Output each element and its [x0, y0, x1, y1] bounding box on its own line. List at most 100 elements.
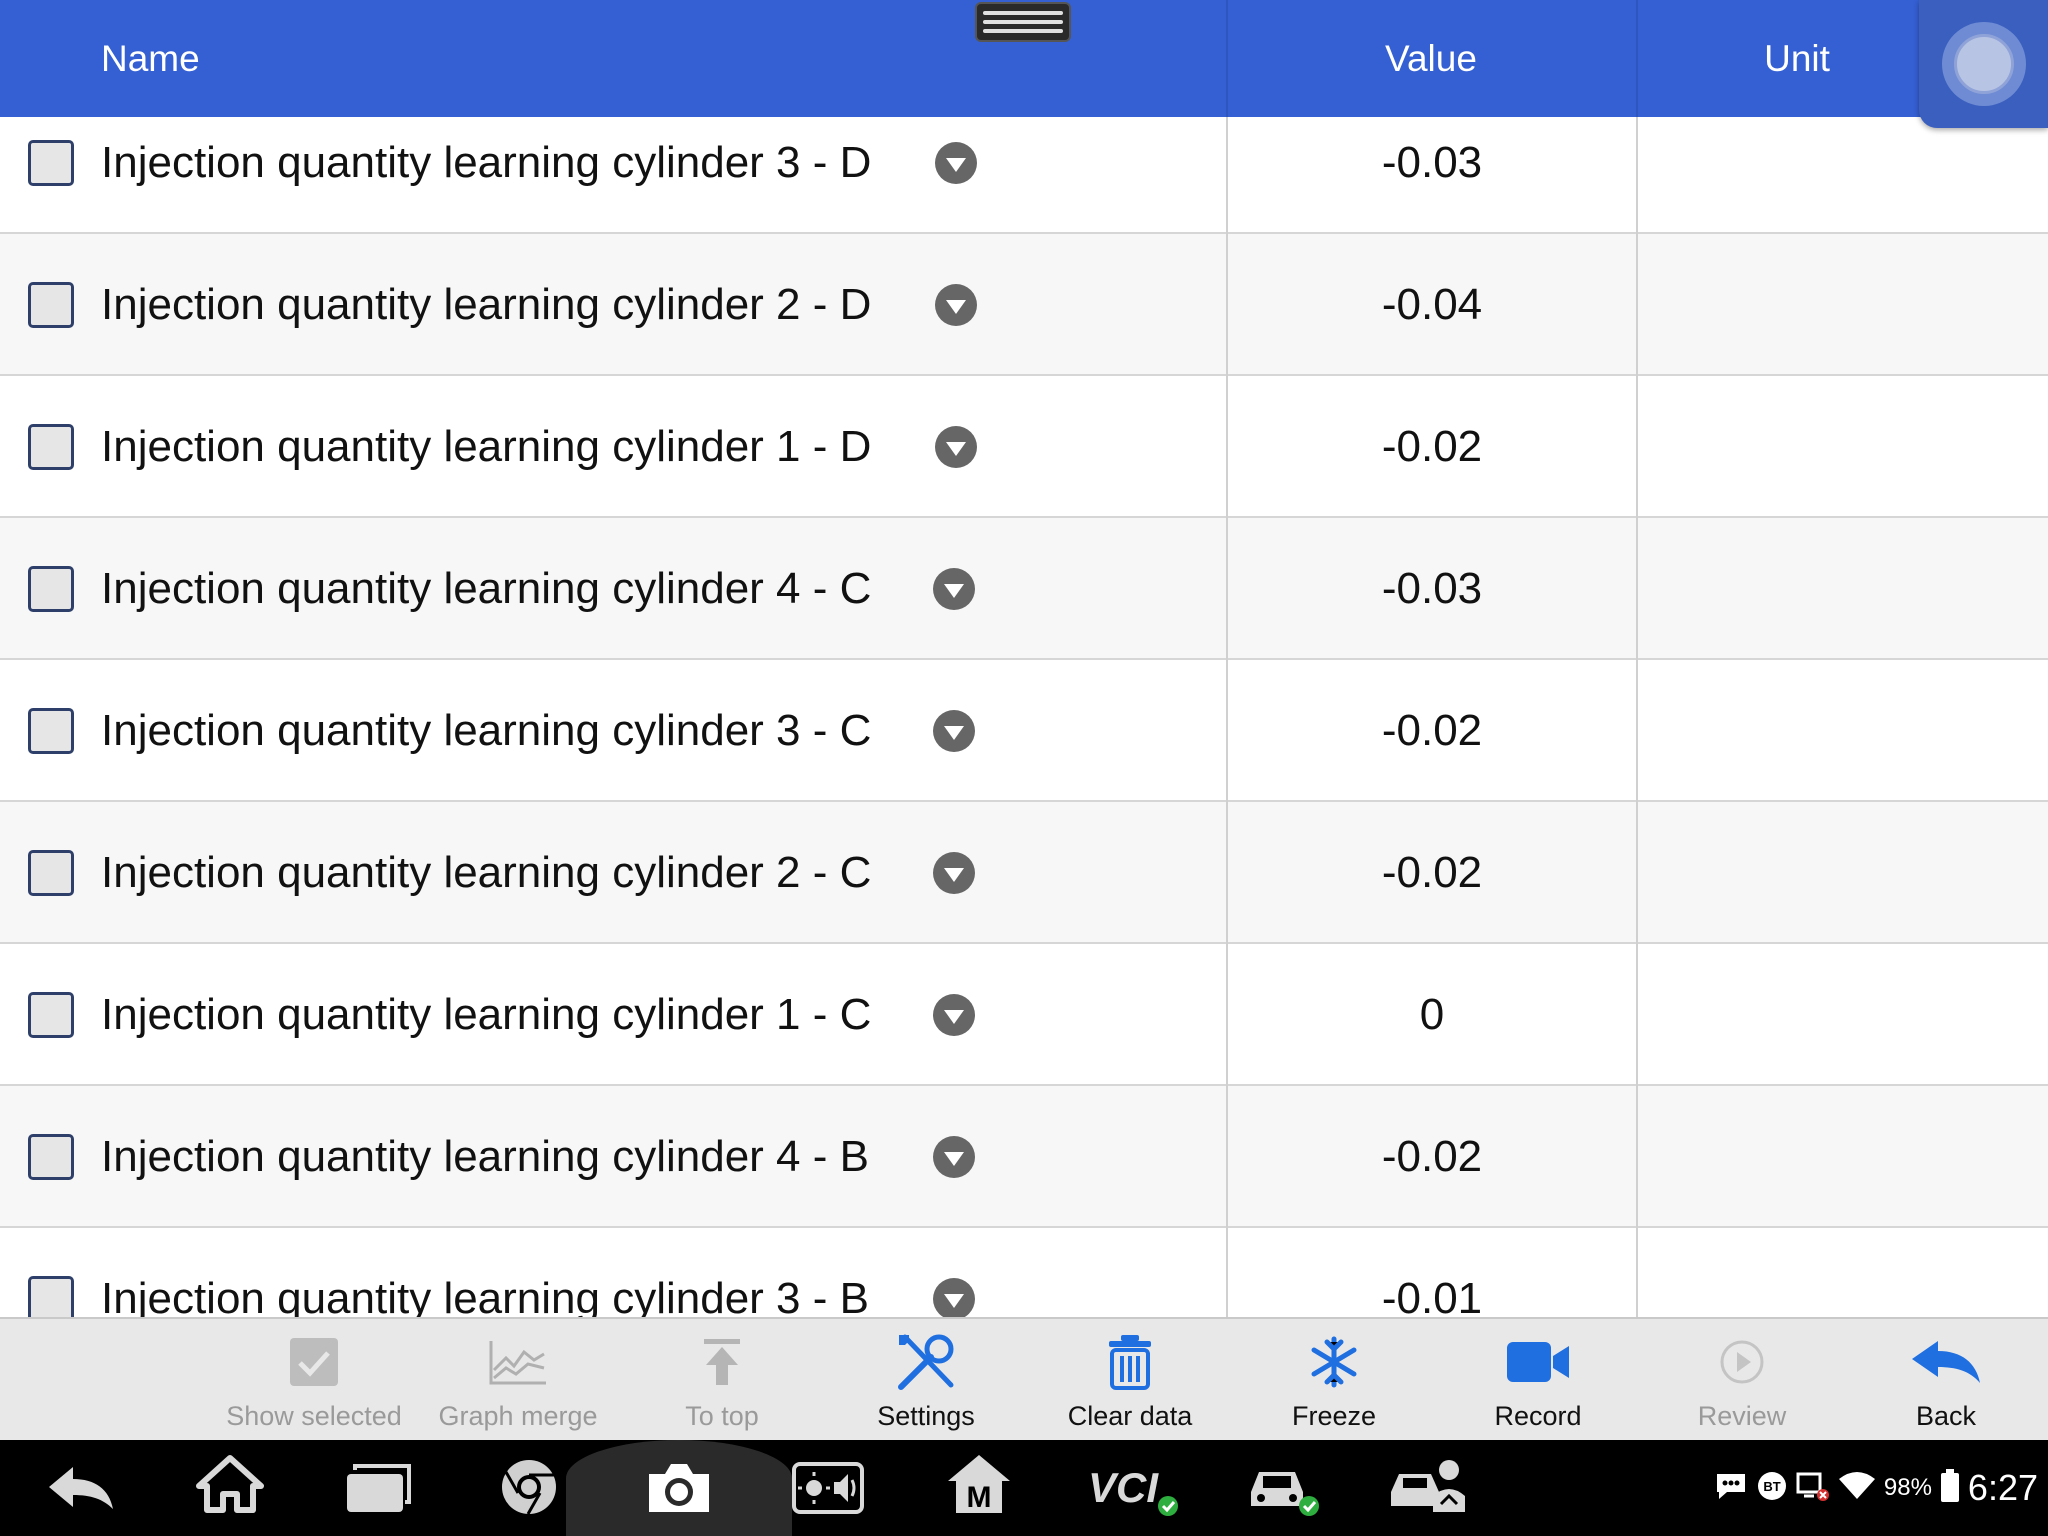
clear-data-label: Clear data — [1067, 1401, 1193, 1431]
dropdown-arrow-icon[interactable] — [933, 568, 975, 610]
row-name: Injection quantity learning cylinder 1 -… — [101, 990, 872, 1039]
table-row[interactable]: Injection quantity learning cylinder 3 -… — [0, 1228, 2048, 1317]
row-checkbox[interactable] — [28, 566, 74, 612]
video-camera-icon — [1505, 1331, 1571, 1393]
battery-percentage: 98% — [1883, 1474, 1932, 1501]
freeze-label: Freeze — [1291, 1401, 1377, 1431]
table-row[interactable]: Injection quantity learning cylinder 3 -… — [0, 117, 2048, 234]
home-icon[interactable] — [190, 1452, 270, 1516]
maxifix-icon[interactable]: M — [944, 1452, 1014, 1516]
review-button[interactable]: Review — [1640, 1319, 1844, 1442]
row-value: -0.01 — [1381, 1274, 1483, 1317]
dropdown-arrow-icon[interactable] — [933, 1136, 975, 1178]
row-name: Injection quantity learning cylinder 3 -… — [101, 1274, 869, 1317]
column-divider — [1226, 117, 1228, 1317]
settings-label: Settings — [877, 1401, 975, 1431]
row-checkbox[interactable] — [28, 424, 74, 470]
vci-icon[interactable]: VCI — [1084, 1458, 1184, 1522]
message-icon — [1714, 1471, 1748, 1506]
dropdown-arrow-icon[interactable] — [933, 994, 975, 1036]
row-value: -0.02 — [1381, 848, 1483, 897]
svg-text:BT: BT — [1763, 1479, 1780, 1494]
arrow-up-to-top-icon — [700, 1331, 744, 1393]
show-selected-label: Show selected — [226, 1401, 402, 1431]
to-top-button[interactable]: To top — [620, 1319, 824, 1442]
dropdown-arrow-icon[interactable] — [935, 426, 977, 468]
dropdown-arrow-icon[interactable] — [933, 1278, 975, 1317]
checkbox-icon — [288, 1331, 340, 1393]
table-row[interactable]: Injection quantity learning cylinder 2 -… — [0, 802, 2048, 944]
freeze-button[interactable]: Freeze — [1232, 1319, 1436, 1442]
column-divider — [1636, 117, 1638, 1317]
bluetooth-icon: BT — [1756, 1470, 1788, 1507]
status-bar: BT 98% 6:27 — [1714, 1440, 2038, 1536]
row-value: -0.04 — [1381, 280, 1483, 329]
settings-button[interactable]: Settings — [824, 1319, 1028, 1442]
row-value: -0.03 — [1381, 564, 1483, 613]
graph-icon — [488, 1331, 548, 1393]
row-name: Injection quantity learning cylinder 1 -… — [101, 422, 872, 471]
back-arrow-icon — [1910, 1331, 1982, 1393]
row-checkbox[interactable] — [28, 992, 74, 1038]
table-row[interactable]: Injection quantity learning cylinder 4 -… — [0, 518, 2048, 660]
back-button[interactable]: Back — [1844, 1319, 2048, 1442]
chrome-icon[interactable] — [496, 1455, 562, 1519]
table-row[interactable]: Injection quantity learning cylinder 3 -… — [0, 660, 2048, 802]
row-checkbox[interactable] — [28, 282, 74, 328]
row-value: -0.02 — [1381, 1132, 1483, 1181]
record-label: Record — [1494, 1401, 1582, 1431]
row-checkbox[interactable] — [28, 850, 74, 896]
column-header-value[interactable]: Value — [1226, 0, 1636, 117]
graph-merge-button[interactable]: Graph merge — [416, 1319, 620, 1442]
review-label: Review — [1697, 1401, 1787, 1431]
data-stream-table[interactable]: Injection quantity learning cylinder 3 -… — [0, 117, 2048, 1317]
back-label: Back — [1915, 1401, 1977, 1431]
row-value: 0 — [1419, 990, 1445, 1039]
row-name: Injection quantity learning cylinder 2 -… — [101, 848, 872, 897]
bottom-toolbar: Show selected Graph merge To top Setting… — [0, 1317, 2048, 1440]
table-row[interactable]: Injection quantity learning cylinder 1 -… — [0, 376, 2048, 518]
row-value: -0.02 — [1381, 422, 1483, 471]
table-row[interactable]: Injection quantity learning cylinder 1 -… — [0, 944, 2048, 1086]
graph-merge-label: Graph merge — [438, 1401, 598, 1431]
car-connected-icon[interactable] — [1244, 1458, 1324, 1522]
snowflake-icon — [1308, 1331, 1360, 1393]
device-disconnected-icon — [1796, 1470, 1830, 1507]
row-checkbox[interactable] — [28, 708, 74, 754]
drag-handle[interactable] — [975, 2, 1071, 42]
brightness-volume-icon[interactable] — [790, 1456, 866, 1520]
row-name: Injection quantity learning cylinder 3 -… — [101, 138, 872, 187]
row-name: Injection quantity learning cylinder 3 -… — [101, 706, 872, 755]
dropdown-arrow-icon[interactable] — [935, 284, 977, 326]
column-header-name[interactable]: Name — [101, 0, 200, 117]
dropdown-arrow-icon[interactable] — [935, 142, 977, 184]
car-service-icon[interactable] — [1386, 1454, 1472, 1518]
show-selected-button[interactable]: Show selected — [212, 1319, 416, 1442]
dropdown-arrow-icon[interactable] — [933, 710, 975, 752]
dropdown-arrow-icon[interactable] — [933, 852, 975, 894]
back-icon[interactable] — [44, 1456, 120, 1520]
row-checkbox[interactable] — [28, 140, 74, 186]
assist-icon — [1941, 22, 2026, 106]
play-circle-icon — [1719, 1331, 1765, 1393]
row-name: Injection quantity learning cylinder 4 -… — [101, 1132, 869, 1181]
battery-icon — [1940, 1468, 1960, 1508]
clear-data-button[interactable]: Clear data — [1028, 1319, 1232, 1442]
svg-text:VCI: VCI — [1088, 1464, 1159, 1511]
record-button[interactable]: Record — [1436, 1319, 1640, 1442]
row-checkbox[interactable] — [28, 1134, 74, 1180]
clock: 6:27 — [1967, 1467, 2038, 1508]
floating-assist-button[interactable] — [1919, 0, 2048, 128]
table-row[interactable]: Injection quantity learning cylinder 2 -… — [0, 234, 2048, 376]
trash-icon — [1107, 1331, 1153, 1393]
row-name: Injection quantity learning cylinder 2 -… — [101, 280, 872, 329]
row-checkbox[interactable] — [28, 1276, 74, 1317]
recent-apps-icon[interactable] — [340, 1456, 416, 1520]
table-row[interactable]: Injection quantity learning cylinder 4 -… — [0, 1086, 2048, 1228]
to-top-label: To top — [685, 1401, 759, 1431]
row-name: Injection quantity learning cylinder 4 -… — [101, 564, 872, 613]
row-value: -0.02 — [1381, 706, 1483, 755]
camera-icon[interactable] — [642, 1456, 716, 1520]
wifi-icon — [1838, 1471, 1876, 1506]
svg-text:M: M — [967, 1481, 992, 1514]
